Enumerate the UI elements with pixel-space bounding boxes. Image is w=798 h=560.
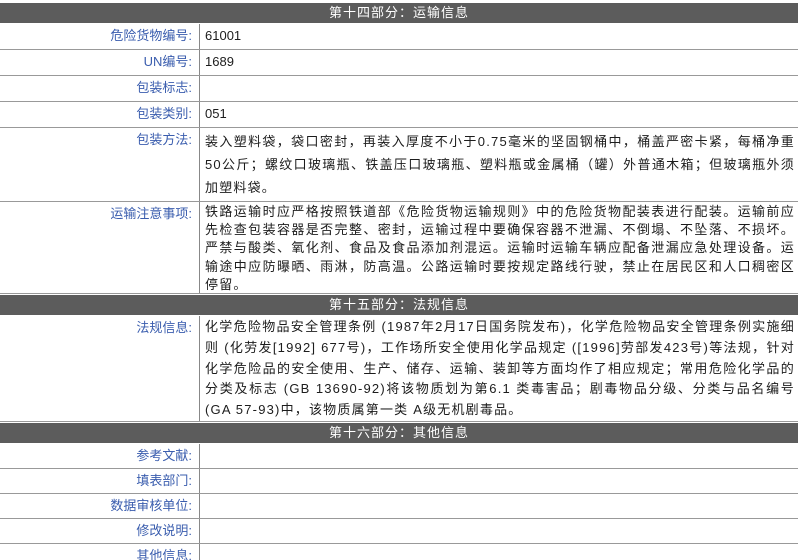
row-label: 包装方法:	[0, 128, 200, 201]
row-label: UN编号:	[0, 50, 200, 75]
row-label: 法规信息:	[0, 316, 200, 421]
row-label: 修改说明:	[0, 519, 200, 543]
row-regulatory-info: 法规信息: 化学危险物品安全管理条例 (1987年2月17日国务院发布)，化学危…	[0, 316, 798, 422]
row-references: 参考文献:	[0, 444, 798, 469]
row-label: 运输注意事项:	[0, 202, 200, 293]
row-dangerous-goods-code: 危险货物编号: 61001	[0, 24, 798, 50]
row-label: 参考文献:	[0, 444, 200, 468]
row-label: 包装标志:	[0, 76, 200, 101]
row-data-review-unit: 数据审核单位:	[0, 494, 798, 519]
row-value: 61001	[200, 24, 798, 49]
msds-document-table: 第十四部分：运输信息 危险货物编号: 61001 UN编号: 1689 包装标志…	[0, 0, 798, 560]
row-value	[200, 494, 798, 518]
row-value: 铁路运输时应严格按照铁道部《危险货物运输规则》中的危险货物配装表进行配装。运输前…	[200, 202, 798, 293]
section-header-part15-regulatory: 第十五部分：法规信息	[0, 295, 798, 315]
row-value: 化学危险物品安全管理条例 (1987年2月17日国务院发布)，化学危险物品安全管…	[200, 316, 798, 421]
row-value	[200, 544, 798, 560]
row-transport-notes: 运输注意事项: 铁路运输时应严格按照铁道部《危险货物运输规则》中的危险货物配装表…	[0, 202, 798, 294]
row-un-number: UN编号: 1689	[0, 50, 798, 76]
section-header-part16-other: 第十六部分：其他信息	[0, 423, 798, 443]
row-label: 其他信息:	[0, 544, 200, 560]
row-packing-mark: 包装标志:	[0, 76, 798, 102]
row-value: 1689	[200, 50, 798, 75]
row-form-department: 填表部门:	[0, 469, 798, 494]
row-label: 危险货物编号:	[0, 24, 200, 49]
row-other-info: 其他信息:	[0, 544, 798, 560]
row-value	[200, 469, 798, 493]
row-value	[200, 519, 798, 543]
row-value: 装入塑料袋，袋口密封，再装入厚度不小于0.75毫米的坚固钢桶中，桶盖严密卡紧，每…	[200, 128, 798, 201]
row-label: 填表部门:	[0, 469, 200, 493]
row-revision-notes: 修改说明:	[0, 519, 798, 544]
row-packing-category: 包装类别: 051	[0, 102, 798, 128]
row-value	[200, 76, 798, 101]
row-value	[200, 444, 798, 468]
row-packing-method: 包装方法: 装入塑料袋，袋口密封，再装入厚度不小于0.75毫米的坚固钢桶中，桶盖…	[0, 128, 798, 202]
row-label: 数据审核单位:	[0, 494, 200, 518]
section-header-part14-transport: 第十四部分：运输信息	[0, 3, 798, 23]
row-label: 包装类别:	[0, 102, 200, 127]
row-value: 051	[200, 102, 798, 127]
